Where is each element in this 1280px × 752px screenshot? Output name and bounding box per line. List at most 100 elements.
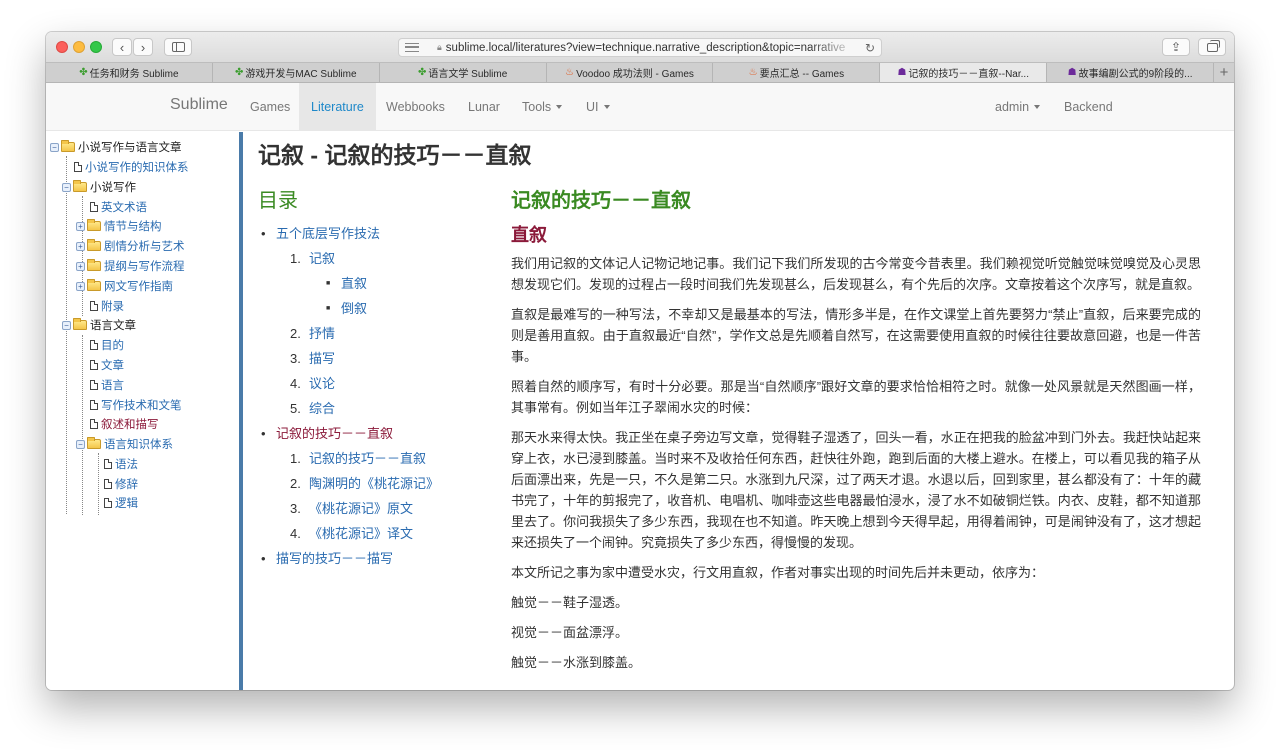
nav-ui-dropdown[interactable]: UI bbox=[574, 83, 622, 130]
tree-node[interactable]: + 剧情分析与艺术 bbox=[76, 237, 185, 255]
tree-label: 语言文章 bbox=[90, 320, 136, 332]
tree-node[interactable]: + 情节与结构 bbox=[76, 217, 162, 235]
document-icon bbox=[90, 419, 98, 429]
reload-icon[interactable]: ↻ bbox=[859, 41, 881, 55]
browser-tab[interactable]: ✤ 语言文学 Sublime bbox=[380, 63, 547, 82]
nav-lunar[interactable]: Lunar bbox=[456, 83, 512, 130]
toc-link[interactable]: 记叙的技巧－－直叙 bbox=[276, 426, 393, 441]
tree-node-root[interactable]: − 小说写作与语言文章 bbox=[50, 138, 182, 156]
reader-view-icon[interactable] bbox=[405, 43, 419, 52]
close-window-button[interactable] bbox=[56, 41, 68, 53]
toc-link[interactable]: 综合 bbox=[309, 401, 335, 416]
tree-node[interactable]: − 语言文章 bbox=[62, 316, 136, 334]
tree-label[interactable]: 小说写作的知识体系 bbox=[85, 159, 189, 175]
toc-item: 1. 记叙的技巧－－直叙 bbox=[258, 446, 498, 471]
nav-games[interactable]: Games bbox=[238, 83, 302, 130]
toc-link[interactable]: 抒情 bbox=[309, 326, 335, 341]
new-tab-button[interactable]: + bbox=[1214, 63, 1234, 82]
toc-link[interactable]: 陶渊明的《桃花源记》 bbox=[309, 476, 439, 491]
sidebar-toggle-button[interactable] bbox=[164, 38, 192, 56]
tree-label[interactable]: 语法 bbox=[115, 456, 138, 472]
toc-link[interactable]: 直叙 bbox=[341, 276, 367, 291]
nav-admin-dropdown[interactable]: admin bbox=[983, 83, 1052, 130]
tree-connector bbox=[82, 335, 83, 515]
toc-link[interactable]: 五个底层写作技法 bbox=[276, 226, 380, 241]
browser-tab[interactable]: ✤ 任务和财务 Sublime bbox=[46, 63, 213, 82]
expand-icon[interactable]: + bbox=[76, 261, 85, 271]
collapse-icon[interactable]: − bbox=[50, 142, 59, 152]
toc-link[interactable]: 描写的技巧－－描写 bbox=[276, 551, 393, 566]
share-button[interactable]: ⇪ bbox=[1162, 38, 1190, 56]
toc-link[interactable]: 记叙 bbox=[309, 251, 335, 266]
tree-node[interactable]: 语法 bbox=[104, 455, 138, 473]
toc-item: 直叙 bbox=[258, 271, 498, 296]
tree-label[interactable]: 网文写作指南 bbox=[104, 278, 173, 294]
collapse-icon[interactable]: − bbox=[76, 439, 85, 449]
nav-backend[interactable]: Backend bbox=[1052, 83, 1125, 130]
document-icon bbox=[90, 360, 98, 370]
tree-label[interactable]: 语言 bbox=[101, 377, 124, 393]
tree-label[interactable]: 提纲与写作流程 bbox=[104, 258, 185, 274]
tree-label[interactable]: 目的 bbox=[101, 337, 124, 353]
toc-link[interactable]: 描写 bbox=[309, 351, 335, 366]
tree-label[interactable]: 逻辑 bbox=[115, 495, 138, 511]
toc-link[interactable]: 《桃花源记》原文 bbox=[309, 501, 413, 516]
address-bar[interactable]: 🔒︎ sublime.local/literatures?view=techni… bbox=[398, 38, 882, 57]
browser-tab-active[interactable]: ☗ 记叙的技巧－－直叙--Nar... bbox=[880, 63, 1048, 82]
tree-label[interactable]: 文章 bbox=[101, 357, 124, 373]
toc-link[interactable]: 倒叙 bbox=[341, 301, 367, 316]
tree-node[interactable]: − 小说写作 bbox=[62, 178, 136, 196]
tree-node[interactable]: − 语言知识体系 bbox=[76, 435, 173, 453]
tab-label: 游戏开发与MAC Sublime bbox=[245, 69, 357, 80]
tree-label[interactable]: 写作技术和文笔 bbox=[101, 397, 182, 413]
tree-label[interactable]: 附录 bbox=[101, 298, 124, 314]
tree-node[interactable]: 目的 bbox=[90, 336, 124, 354]
browser-tab[interactable]: ♨ Voodoo 成功法则 - Games bbox=[547, 63, 714, 82]
tree-label[interactable]: 英文术语 bbox=[101, 199, 147, 215]
tree-node[interactable]: + 网文写作指南 bbox=[76, 277, 173, 295]
expand-icon[interactable]: + bbox=[76, 281, 85, 291]
tree-node[interactable]: 附录 bbox=[90, 297, 124, 315]
browser-tab[interactable]: ♨ 要点汇总 -- Games bbox=[713, 63, 881, 82]
collapse-icon[interactable]: − bbox=[62, 182, 71, 192]
folder-icon bbox=[87, 259, 101, 271]
collapse-icon[interactable]: − bbox=[62, 320, 71, 330]
document-icon bbox=[90, 301, 98, 311]
tree-node[interactable]: 英文术语 bbox=[90, 198, 147, 216]
zoom-window-button[interactable] bbox=[90, 41, 102, 53]
url-text[interactable]: sublime.local/literatures?view=technique… bbox=[446, 42, 859, 54]
share-icon: ⇪ bbox=[1170, 40, 1182, 54]
forward-button[interactable]: › bbox=[133, 38, 153, 56]
back-button[interactable]: ‹ bbox=[112, 38, 132, 56]
tree-label[interactable]: 修辞 bbox=[115, 476, 138, 492]
tree-node[interactable]: 小说写作的知识体系 bbox=[74, 158, 189, 176]
tab-label: 语言文学 Sublime bbox=[428, 69, 508, 80]
toc-link[interactable]: 记叙的技巧－－直叙 bbox=[309, 451, 426, 466]
tree-node[interactable]: + 提纲与写作流程 bbox=[76, 257, 185, 275]
browser-tab[interactable]: ☗ 故事编剧公式的9阶段的... bbox=[1047, 63, 1215, 82]
expand-icon[interactable]: + bbox=[76, 241, 85, 251]
tree-node[interactable]: 文章 bbox=[90, 356, 124, 374]
nav-literature[interactable]: Literature bbox=[299, 83, 376, 130]
tree-connector bbox=[82, 196, 83, 316]
tree-label[interactable]: 情节与结构 bbox=[104, 218, 162, 234]
nav-webbooks[interactable]: Webbooks bbox=[374, 83, 457, 130]
expand-icon[interactable]: + bbox=[76, 221, 85, 231]
tree-node[interactable]: 语言 bbox=[90, 376, 124, 394]
tree-label[interactable]: 语言知识体系 bbox=[104, 436, 173, 452]
tree-label[interactable]: 叙述和描写 bbox=[101, 416, 159, 432]
chevron-left-icon: ‹ bbox=[119, 39, 125, 55]
tree-node[interactable]: 写作技术和文笔 bbox=[90, 396, 182, 414]
tree-node[interactable]: 逻辑 bbox=[104, 494, 138, 512]
tree-node[interactable]: 修辞 bbox=[104, 475, 138, 493]
tree-node-current[interactable]: 叙述和描写 bbox=[90, 415, 159, 433]
tree-label[interactable]: 剧情分析与艺术 bbox=[104, 238, 185, 254]
nav-label: Games bbox=[250, 99, 291, 114]
toc-link[interactable]: 《桃花源记》译文 bbox=[309, 526, 413, 541]
nav-tools-dropdown[interactable]: Tools bbox=[510, 83, 574, 130]
browser-tab[interactable]: ✤ 游戏开发与MAC Sublime bbox=[213, 63, 380, 82]
brand-link[interactable]: Sublime bbox=[170, 96, 228, 114]
toc-link[interactable]: 议论 bbox=[309, 376, 335, 391]
tab-overview-button[interactable] bbox=[1198, 38, 1226, 56]
minimize-window-button[interactable] bbox=[73, 41, 85, 53]
